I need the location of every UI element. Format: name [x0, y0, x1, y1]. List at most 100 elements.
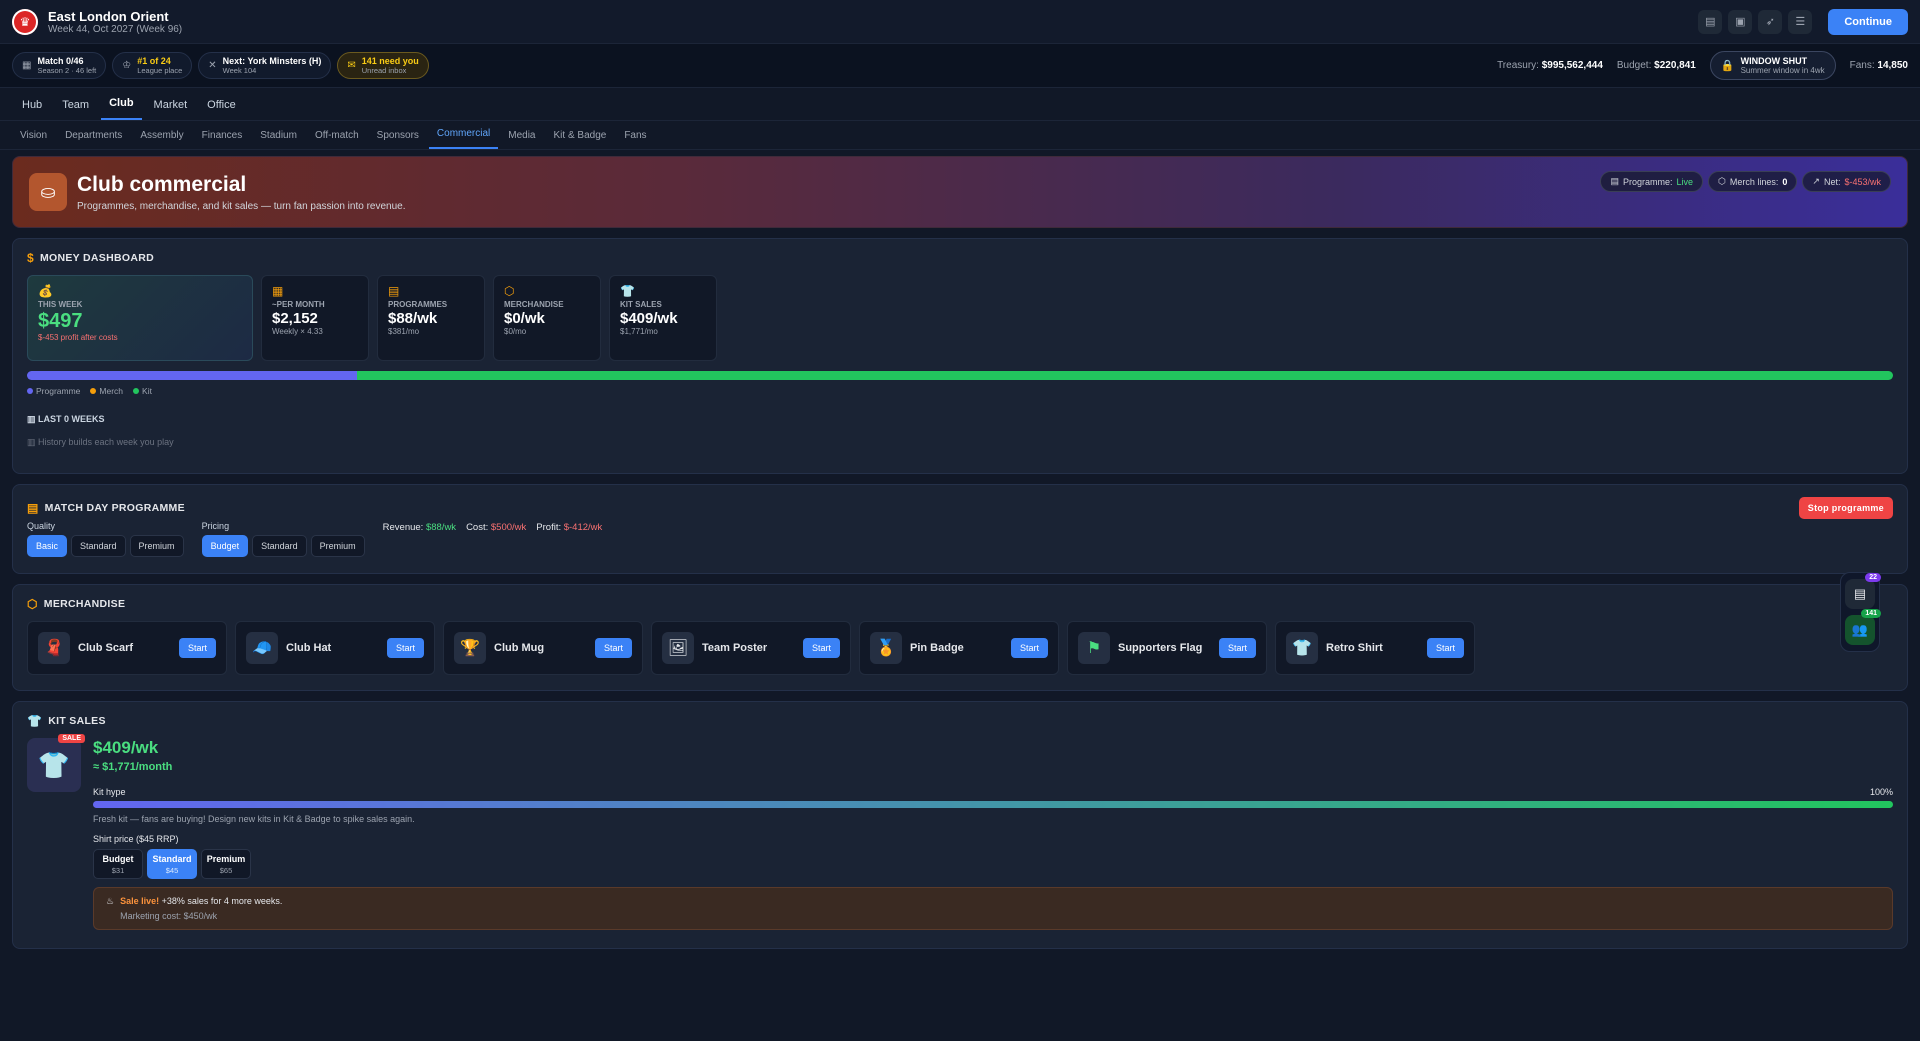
tab-fans[interactable]: Fans [616, 124, 654, 149]
legend-programme: Programme [27, 386, 80, 396]
programme-title: MATCH DAY PROGRAMME [44, 502, 185, 514]
programme-stats: Revenue: $88/wk Cost: $500/wk Profit: $-… [383, 522, 603, 533]
tab-media[interactable]: Media [500, 124, 543, 149]
newspaper-icon: ▤ [27, 501, 39, 515]
bar-segment-kit [357, 371, 1893, 380]
kit-sales-tile: 👕 KIT SALES $409/wk $1,771/mo [609, 275, 717, 361]
league-pill[interactable]: ♔ #1 of 24 League place [112, 52, 193, 79]
start-button[interactable]: Start [802, 638, 840, 658]
start-button[interactable]: Start [594, 638, 632, 658]
merch-name: Team Poster [702, 642, 768, 654]
merchandise-section: ⬡ MERCHANDISE 🧣 Club Scarf Start 🧢 Club Hat S… [12, 584, 1908, 691]
tab-stadium[interactable]: Stadium [252, 124, 305, 149]
calendar-icon: ▦ [272, 284, 284, 298]
box-icon: ⬡ [504, 284, 515, 298]
net-badge: ↗ Net: $-453/wk [1802, 171, 1891, 192]
tile-label: PROGRAMMES [388, 300, 448, 309]
price-standard[interactable]: Standard $45 [147, 849, 197, 879]
price-premium[interactable]: Premium $65 [201, 849, 251, 879]
poster-icon: 🖼 [662, 632, 694, 664]
start-button[interactable]: Start [1218, 638, 1256, 658]
start-button[interactable]: Start [1426, 638, 1464, 658]
merchandise-tile: ⬡ MERCHANDISE $0/wk $0/mo [493, 275, 601, 361]
commercial-hero: ⛀ Club commercial Programmes, merchandis… [12, 156, 1908, 228]
tab-off-match[interactable]: Off-match [307, 124, 367, 149]
dollar-icon: $ [27, 251, 34, 265]
pricing-label: Pricing [201, 521, 230, 531]
merch-lines-label: Merch lines: [1729, 176, 1779, 187]
nav-market[interactable]: Market [146, 93, 196, 120]
programme-status-label: Programme: [1622, 176, 1673, 187]
history-title: ▥ LAST 0 WEEKS [27, 414, 1893, 425]
legend-kit: Kit [133, 386, 152, 396]
floating-dock: ▤ 22 👥 141 [1840, 572, 1881, 652]
next-match-pill[interactable]: ✕ Next: York Minsters (H) Week 104 [198, 52, 332, 79]
nav-hub[interactable]: Hub [14, 93, 50, 120]
profit-after-costs: $-453 profit after costs [38, 333, 118, 342]
tab-commercial[interactable]: Commercial [428, 122, 499, 149]
nav-office[interactable]: Office [199, 93, 244, 120]
kit-monthly: ≈ $1,771/month [93, 761, 173, 773]
hat-icon: 🧢 [246, 632, 278, 664]
inbox-count: 141 need you [361, 56, 419, 66]
trophy-icon: ♔ [122, 60, 132, 71]
inbox-pill[interactable]: ✉ 141 need you Unread inbox [337, 52, 429, 79]
start-button[interactable]: Start [386, 638, 424, 658]
match-pill[interactable]: ▦ Match 0/46 Season 2 · 46 left [12, 52, 107, 79]
continue-button[interactable]: Continue [1828, 8, 1908, 35]
top-bar: ♛ East London Orient Week 44, Oct 2027 (… [0, 0, 1920, 44]
kit-sales-title: KIT SALES [48, 715, 106, 727]
pricing-standard[interactable]: Standard [252, 535, 307, 557]
kit-hype-value: 100% [1869, 787, 1893, 797]
quality-basic[interactable]: Basic [27, 535, 68, 557]
tab-assembly[interactable]: Assembly [132, 124, 191, 149]
tab-sponsors[interactable]: Sponsors [369, 124, 427, 149]
page-title: Club commercial [77, 172, 247, 196]
tile-label: MERCHANDISE [504, 300, 564, 309]
scarf-icon: 🧣 [38, 632, 70, 664]
rocket-icon[interactable]: ➶ [1758, 9, 1783, 34]
programme-icon: ▤ [1610, 176, 1619, 186]
nav-club[interactable]: Club [101, 91, 142, 120]
kit-shirt-icon: 👕 SALE [27, 734, 85, 792]
season-info: Season 2 · 46 left [37, 66, 97, 75]
revenue-legend: Programme Merch Kit [27, 386, 1893, 396]
pricing-premium[interactable]: Premium [310, 535, 365, 557]
tab-departments[interactable]: Departments [57, 124, 130, 149]
tab-vision[interactable]: Vision [12, 124, 55, 149]
match-count: Match 0/46 [37, 56, 84, 66]
save-icon[interactable]: ▣ [1728, 9, 1753, 34]
price-value: $31 [111, 866, 125, 875]
merch-name: Club Scarf [78, 642, 134, 654]
legend-merch: Merch [90, 386, 123, 396]
quality-premium[interactable]: Premium [129, 535, 184, 557]
price-budget[interactable]: Budget $31 [93, 849, 143, 879]
money-dashboard: $ MONEY DASHBOARD 💰 THIS WEEK $497 $-453 … [12, 238, 1908, 474]
match-day-programme: ▤ MATCH DAY PROGRAMME Stop programme Quali… [12, 484, 1908, 574]
tab-kit-badge[interactable]: Kit & Badge [546, 124, 615, 149]
history-title-text: LAST 0 WEEKS [38, 414, 105, 424]
box-icon: ⬡ [27, 597, 38, 611]
cost-label: Cost: [466, 522, 489, 533]
kit-hype-bar [93, 801, 1893, 808]
pricing-budget[interactable]: Budget [201, 535, 249, 557]
price-name: Premium [206, 854, 246, 864]
merch-lines-badge: ⬡ Merch lines: 0 [1708, 171, 1798, 192]
club-crest-icon: ♛ [12, 8, 38, 35]
quality-standard[interactable]: Standard [71, 535, 126, 557]
people-icon[interactable]: 👥 141 [1845, 609, 1881, 645]
settings-icon[interactable]: ☰ [1788, 9, 1813, 34]
fans-value: 14,850 [1877, 60, 1908, 71]
stop-programme-button[interactable]: Stop programme [1798, 497, 1893, 519]
tab-finances[interactable]: Finances [194, 124, 251, 149]
start-button[interactable]: Start [178, 638, 216, 658]
start-button[interactable]: Start [1010, 638, 1048, 658]
tile-value: $2,152 [272, 310, 318, 327]
nav-team[interactable]: Team [54, 93, 97, 120]
tile-sub: $1,771/mo [620, 327, 658, 336]
tasks-icon[interactable]: ▤ 22 [1845, 573, 1881, 609]
clipboard-icon[interactable]: ▤ [1698, 9, 1723, 34]
transfer-window-pill[interactable]: 🔒 WINDOW SHUT Summer window in 4wk [1709, 51, 1836, 80]
tile-sub: $381/mo [388, 327, 420, 336]
next-week: Week 104 [222, 66, 257, 75]
